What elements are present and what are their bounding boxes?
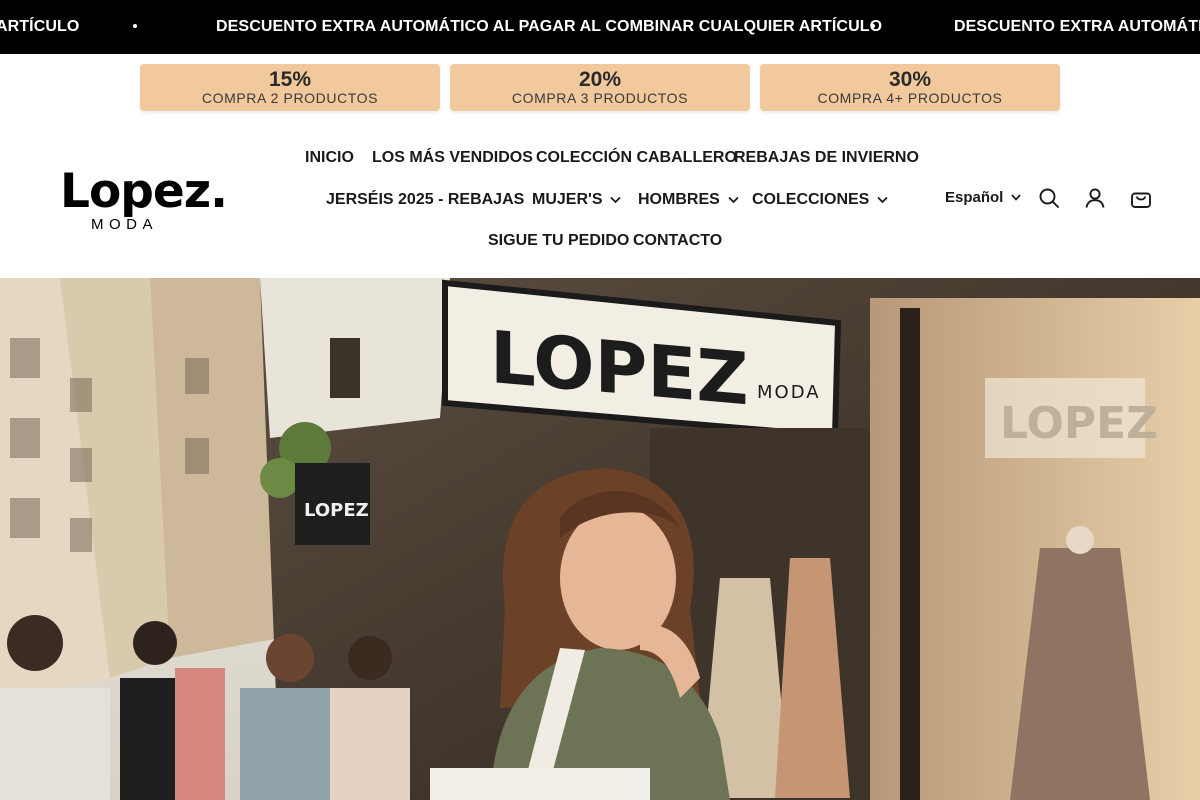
chevron-down-icon — [877, 196, 888, 204]
store-sign-sub: MODA — [757, 382, 821, 403]
hero-banner[interactable]: LOPEZ MODA LOPEZ LOPEZ — [0, 278, 1200, 800]
discount-tier-3: 20% COMPRA 3 PRODUCTOS — [450, 64, 750, 111]
nav-contacto[interactable]: CONTACTO — [633, 232, 722, 250]
nav-coleccion-caballero[interactable]: COLECCIÓN CABALLERO — [536, 149, 737, 167]
window-sign-text: LOPEZ — [1000, 398, 1158, 449]
nav-hombres-dropdown[interactable]: HOMBRES — [638, 191, 739, 209]
tier-label: COMPRA 2 PRODUCTOS — [201, 90, 379, 106]
nav-sigue-pedido[interactable]: SIGUE TU PEDIDO — [488, 232, 629, 250]
nav-inicio[interactable]: INICIO — [305, 149, 354, 167]
nav-rebajas-invierno[interactable]: REBAJAS DE INVIERNO — [734, 149, 919, 167]
hero-image: LOPEZ MODA LOPEZ LOPEZ — [0, 278, 1200, 800]
announcement-text-fragment-right: DESCUENTO EXTRA AUTOMÁTICO A — [954, 18, 1200, 35]
chevron-down-icon — [610, 196, 622, 204]
tier-percent: 20% — [578, 68, 622, 91]
announcement-bar: ARTÍCULO DESCUENTO EXTRA AUTOMÁTICO AL P… — [0, 0, 1200, 54]
tier-percent: 30% — [888, 68, 932, 91]
announcement-text-fragment-left: ARTÍCULO — [0, 18, 80, 35]
search-icon[interactable] — [1038, 187, 1060, 209]
nav-label: MUJER'S — [532, 191, 603, 208]
nav-mujers-dropdown[interactable]: MUJER'S — [532, 191, 622, 209]
logo-wordmark: Lopez. — [60, 164, 228, 219]
tier-label: COMPRA 4+ PRODUCTOS — [817, 90, 1003, 106]
account-icon[interactable] — [1084, 187, 1106, 209]
nav-mas-vendidos[interactable]: LOS MÁS VENDIDOS — [372, 149, 533, 167]
side-sign-text: LOPEZ — [304, 500, 369, 521]
brand-logo[interactable]: Lopez. MODA — [60, 164, 228, 234]
cart-icon[interactable] — [1130, 187, 1152, 209]
discount-tier-4: 30% COMPRA 4+ PRODUCTOS — [760, 64, 1060, 111]
nav-label: COLECCIONES — [752, 191, 870, 208]
discount-tier-2: 15% COMPRA 2 PRODUCTOS — [140, 64, 440, 111]
chevron-down-icon — [728, 196, 739, 204]
separator-dot — [133, 24, 137, 28]
language-label: Español — [945, 189, 1004, 206]
language-selector[interactable]: Español — [945, 189, 1021, 206]
separator-dot — [871, 24, 875, 28]
nav-jerseis-rebajas[interactable]: JERSÉIS 2025 - REBAJAS — [326, 191, 524, 209]
chevron-down-icon — [1011, 194, 1021, 201]
tier-label: COMPRA 3 PRODUCTOS — [511, 90, 689, 106]
announcement-text: DESCUENTO EXTRA AUTOMÁTICO AL PAGAR AL C… — [216, 18, 883, 35]
nav-label: HOMBRES — [638, 191, 720, 208]
nav-colecciones-dropdown[interactable]: COLECCIONES — [752, 191, 888, 209]
tier-percent: 15% — [268, 68, 312, 91]
